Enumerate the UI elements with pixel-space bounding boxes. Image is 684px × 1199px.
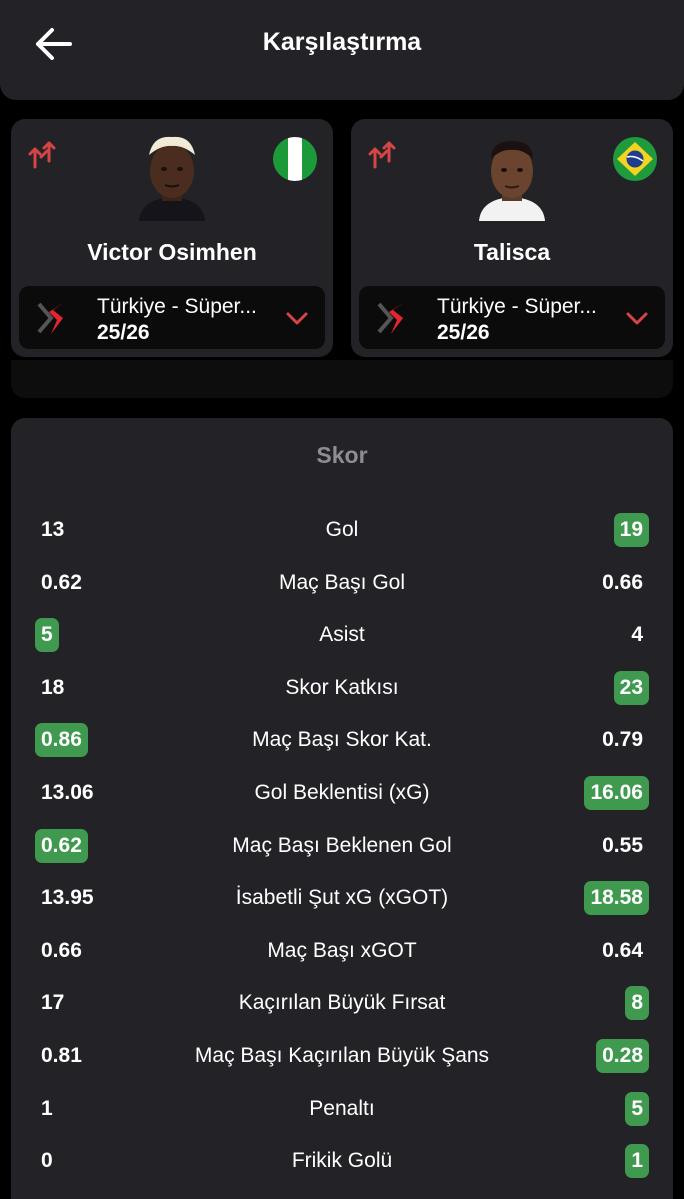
league-name: Türkiye - Süper... [97,295,257,318]
right-value: 4 [631,623,643,647]
stat-row: Gol 13 19 [11,510,673,550]
stat-row: Maç Başı Skor Kat. 0.86 0.79 [11,720,673,760]
stat-label: Maç Başı Kaçırılan Büyük Şans [194,1044,490,1067]
player-photo [471,133,553,221]
stat-row: Frikik Golü 0 1 [11,1141,673,1181]
left-value: 13 [41,518,65,541]
season-label: 25/26 [437,321,490,344]
super-lig-logo-icon [377,302,405,334]
stat-row: Maç Başı Kaçırılan Büyük Şans 0.81 0.28 [11,1036,673,1076]
right-value: 16.06 [584,776,649,810]
section-title: Skor [316,442,368,468]
stat-label: Maç Başı Gol [278,570,406,594]
league-name: Türkiye - Süper... [437,295,597,318]
player-photo [131,133,213,221]
stat-row: Penaltı 1 5 [11,1089,673,1129]
chevron-down-icon [626,312,648,325]
stat-row: Gol Beklentisi (xG) 13.06 16.06 [11,773,673,813]
right-value: 19 [613,513,649,547]
left-value: 0.66 [41,938,82,962]
league-dropdown[interactable]: Türkiye - Süper... 25/26 [19,286,325,349]
stats-panel: Skor Gol 13 19 Maç Başı Gol 0.62 0.66 Asist 5 4 S… [11,418,673,1199]
player-card-left: Victor Osimhen Türkiye - Süper... 25/26 [11,119,333,357]
right-value: 0.79 [602,728,643,752]
chevron-down-icon [286,312,308,325]
left-value: 5 [35,618,59,653]
stat-label: Maç Başı Skor Kat. [252,728,432,752]
nigeria-flag-icon [273,137,317,181]
stat-label: Maç Başı Beklenen Gol [232,833,452,857]
swap-icon[interactable] [27,137,63,173]
stat-row: Skor Katkısı 18 23 [11,668,673,708]
top-bar: Karşılaştırma [0,0,684,100]
stat-label: Kaçırılan Büyük Fırsat [238,991,446,1015]
stat-row: Maç Başı Gol 0.62 0.66 [11,563,673,603]
right-value: 18.58 [584,881,649,916]
right-value: 23 [613,670,649,705]
left-value: 0 [41,1149,53,1173]
player-name: Victor Osimhen [87,239,257,265]
super-lig-logo-icon [37,302,65,334]
stat-label: İsabetli Şut xG (xGOT) [235,886,449,910]
stat-row: İsabetli Şut xG (xGOT) 13.95 18.58 [11,878,673,918]
left-value: 18 [41,675,65,699]
swap-icon[interactable] [367,137,403,173]
right-value: 0.66 [602,570,643,594]
brazil-flag-icon [613,137,657,181]
right-value: 0.55 [602,833,643,857]
left-value: 0.86 [35,723,88,758]
stat-label: Frikik Golü [291,1149,393,1173]
stat-label: Gol [325,518,359,541]
left-value: 1 [41,1096,53,1120]
league-dropdown[interactable]: Türkiye - Süper... 25/26 [359,286,665,349]
stat-row: Asist 5 4 [11,615,673,655]
stat-row: Kaçırılan Büyük Fırsat 17 8 [11,983,673,1023]
divider [11,360,673,398]
player-name: Talisca [473,239,551,265]
stat-row: Maç Başı Beklenen Gol 0.62 0.55 [11,826,673,866]
left-value: 13.95 [41,886,94,910]
stat-label: Gol Beklentisi (xG) [254,781,430,804]
right-value: 1 [625,1144,649,1179]
left-value: 13.06 [41,781,94,804]
season-label: 25/26 [97,321,150,344]
left-value: 0.81 [41,1044,82,1067]
left-value: 0.62 [35,828,88,863]
stat-label: Skor Katkısı [285,675,399,699]
right-value: 0.28 [596,1039,649,1073]
right-value: 5 [625,1091,649,1126]
stat-row: Maç Başı xGOT 0.66 0.64 [11,931,673,971]
stat-label: Asist [319,623,365,647]
stat-label: Penaltı [309,1096,375,1120]
page-title: Karşılaştırma [262,28,422,56]
stat-label: Maç Başı xGOT [267,938,417,962]
player-card-right: Talisca Türkiye - Süper... 25/26 [351,119,673,357]
left-value: 17 [41,991,65,1015]
right-value: 0.64 [602,938,643,962]
left-value: 0.62 [41,570,82,594]
right-value: 8 [625,986,649,1021]
